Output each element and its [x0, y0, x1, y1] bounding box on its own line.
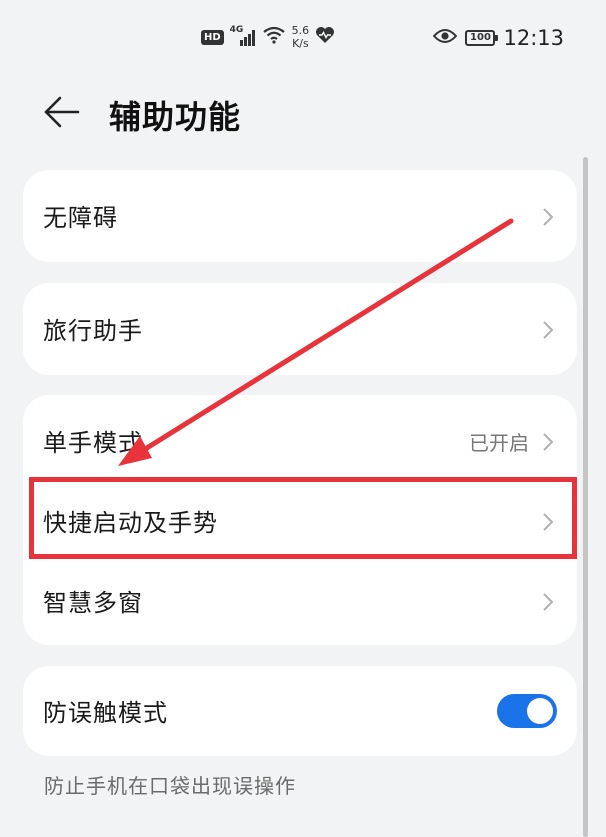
smart-multi-window-row[interactable]: 智慧多窗 [23, 561, 577, 641]
accessibility-row[interactable]: 无障碍 [23, 176, 577, 256]
pocket-mode-toggle[interactable] [497, 694, 557, 728]
card-pocket-mode: 防误触模式 [23, 666, 577, 756]
page-title: 辅助功能 [109, 98, 242, 136]
back-button[interactable] [42, 94, 82, 130]
status-bar: HD 4G 5.6 K/s 100 12:13 [0, 0, 606, 76]
scrollbar[interactable] [583, 157, 588, 837]
hd-badge: HD [201, 29, 224, 45]
card-travel: 旅行助手 [23, 283, 577, 375]
travel-assistant-row[interactable]: 旅行助手 [23, 289, 577, 369]
signal-icon: 4G [230, 25, 256, 46]
shortcuts-gestures-label: 快捷启动及手势 [43, 509, 218, 537]
chevron-right-icon [543, 513, 553, 531]
chevron-right-icon [543, 208, 553, 226]
eye-comfort-icon [433, 28, 458, 48]
one-hand-mode-status: 已开启 [469, 431, 529, 455]
network-speed: 5.6 K/s [292, 24, 310, 50]
travel-assistant-label: 旅行助手 [43, 317, 143, 345]
status-left: HD 4G 5.6 K/s [201, 24, 335, 50]
battery-icon: 100 [465, 30, 499, 46]
chevron-right-icon [543, 593, 553, 611]
back-arrow-icon [44, 96, 80, 128]
shortcuts-gestures-row[interactable]: 快捷启动及手势 [23, 481, 577, 561]
heart-health-icon [315, 26, 335, 48]
pocket-mode-description: 防止手机在口袋出现误操作 [44, 774, 296, 798]
chevron-right-icon [543, 321, 553, 339]
one-hand-mode-label: 单手模式 [43, 429, 143, 457]
status-time: 12:13 [503, 26, 564, 50]
pocket-mode-label: 防误触模式 [43, 699, 168, 727]
card-gestures: 单手模式 已开启 快捷启动及手势 智慧多窗 [23, 395, 577, 645]
accessibility-label: 无障碍 [43, 204, 118, 232]
pocket-mode-row: 防误触模式 [23, 671, 577, 751]
one-hand-mode-row[interactable]: 单手模式 已开启 [23, 401, 577, 481]
toggle-knob [527, 698, 553, 724]
header: 辅助功能 [0, 80, 606, 144]
card-accessibility: 无障碍 [23, 170, 577, 262]
smart-multi-window-label: 智慧多窗 [43, 589, 143, 617]
speed-value: 5.6 [291, 24, 310, 37]
status-right: 100 12:13 [433, 26, 564, 50]
wifi-icon [262, 26, 286, 48]
speed-unit: K/s [292, 37, 309, 50]
chevron-right-icon [543, 433, 553, 451]
